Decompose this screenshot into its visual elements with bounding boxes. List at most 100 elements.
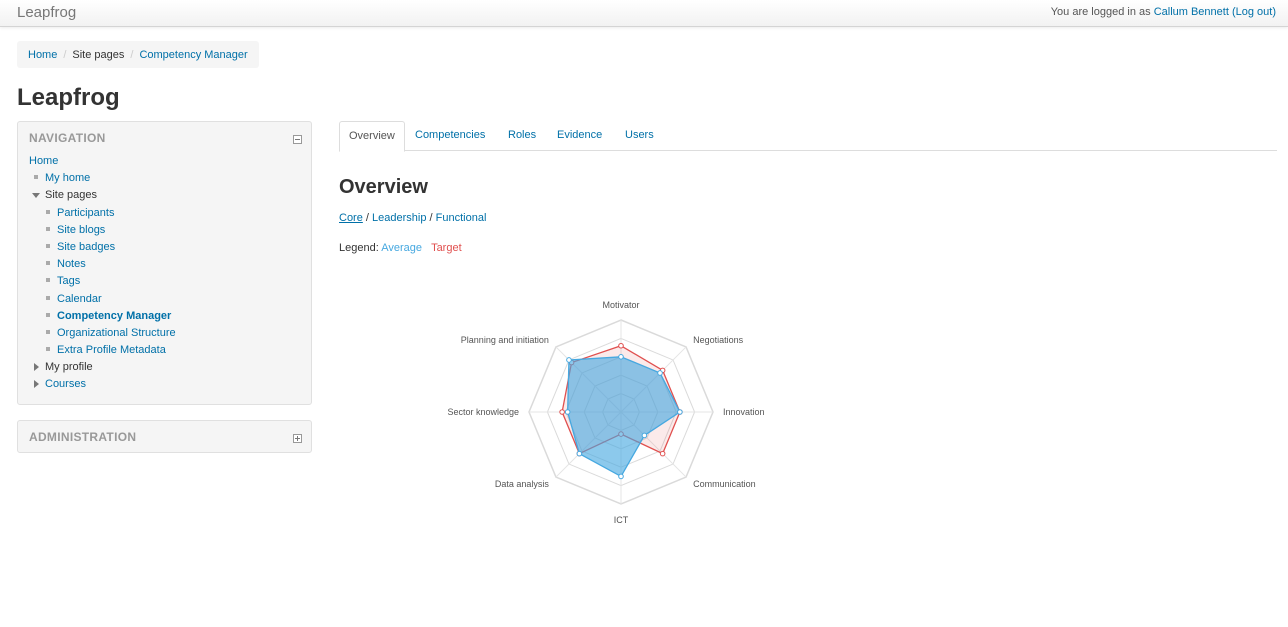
bullet-icon: [46, 209, 50, 214]
breadcrumb-competency-manager[interactable]: Competency Manager: [139, 49, 247, 61]
radar-axis-label: Sector knowledge: [447, 407, 519, 417]
logout-link[interactable]: (Log out): [1232, 6, 1276, 18]
breadcrumb-site-pages: Site pages: [72, 48, 125, 61]
bullet-icon: [46, 226, 50, 231]
tab-competencies[interactable]: Competencies: [406, 121, 494, 150]
nav-item-competency-manager[interactable]: Competency Manager: [29, 308, 176, 325]
nav-item-site-pages[interactable]: Site pages: [29, 187, 176, 204]
administration-block-title: ADMINISTRATION: [29, 430, 137, 444]
brand-link[interactable]: Leapfrog: [17, 4, 76, 21]
nav-item-participants[interactable]: Participants: [29, 205, 176, 222]
nav-item-notes[interactable]: Notes: [29, 256, 176, 273]
filter-separator: /: [365, 212, 369, 224]
radar-point-average[interactable]: [657, 370, 663, 376]
nav-item-home[interactable]: Home: [29, 153, 176, 170]
collapsed-arrow-icon[interactable]: [34, 380, 39, 389]
navigation-block-title: NAVIGATION: [29, 131, 106, 145]
navigation-block-header: NAVIGATION: [18, 122, 311, 153]
tab-roles[interactable]: Roles: [499, 121, 545, 150]
nav-item-label[interactable]: Courses: [45, 378, 86, 390]
nav-item-label[interactable]: My profile: [45, 361, 93, 373]
radar-point-average[interactable]: [618, 354, 624, 360]
nav-item-label[interactable]: Calendar: [57, 293, 102, 305]
radar-axis-label: Innovation: [723, 407, 765, 417]
bullet-icon: [46, 295, 50, 300]
legend-average: Average: [381, 242, 422, 254]
collapsed-arrow-icon[interactable]: [34, 363, 39, 372]
page-title: Leapfrog: [17, 84, 120, 111]
radar-axis-label: Motivator: [602, 300, 639, 310]
collapse-icon[interactable]: [293, 135, 302, 144]
bullet-icon: [46, 243, 50, 248]
bullet-icon: [46, 278, 50, 283]
radar-axis-label: Communication: [693, 479, 756, 489]
nav-item-calendar[interactable]: Calendar: [29, 291, 176, 308]
radar-point-average[interactable]: [566, 357, 572, 363]
tab-bar: Overview Competencies Roles Evidence Use…: [339, 121, 1277, 152]
nav-item-label[interactable]: Site badges: [57, 241, 115, 253]
breadcrumb-separator: /: [63, 48, 67, 61]
filter-core[interactable]: Core: [339, 212, 363, 224]
nav-item-organizational-structure[interactable]: Organizational Structure: [29, 325, 176, 342]
user-profile-link[interactable]: Callum Bennett: [1154, 6, 1229, 18]
radar-point-average[interactable]: [564, 409, 571, 415]
nav-item-label[interactable]: Tags: [57, 275, 80, 287]
radar-point-target[interactable]: [659, 450, 666, 457]
radar-axis-label: Negotiations: [693, 335, 744, 345]
radar-point-target[interactable]: [618, 342, 624, 349]
breadcrumb: Home / Site pages / Competency Manager: [17, 41, 259, 68]
radar-point-target[interactable]: [559, 409, 565, 415]
nav-item-label[interactable]: Site blogs: [57, 224, 105, 236]
nav-item-label[interactable]: My home: [45, 172, 90, 184]
radar-chart: Motivator Negotiations Innovation Communica…: [447, 300, 765, 525]
radar-point-average[interactable]: [677, 409, 683, 415]
expand-icon[interactable]: [293, 434, 302, 443]
radar-point-average[interactable]: [576, 450, 583, 457]
login-prefix: You are logged in as: [1050, 6, 1151, 18]
nav-item-label[interactable]: Participants: [57, 207, 114, 219]
radar-axis-label: Planning and initiation: [461, 335, 549, 345]
login-info: You are logged in as Callum Bennett (Log…: [1051, 6, 1276, 18]
administration-block: ADMINISTRATION: [17, 420, 312, 453]
navigation-block: NAVIGATION Home My home Site pages Parti…: [17, 121, 312, 405]
legend-label: Legend:: [339, 242, 379, 254]
filter-functional[interactable]: Functional: [436, 212, 487, 224]
breadcrumb-home[interactable]: Home: [28, 49, 57, 61]
filter-separator: /: [429, 212, 433, 224]
tab-evidence[interactable]: Evidence: [548, 121, 611, 150]
framework-filters: Core / Leadership / Functional: [339, 212, 486, 224]
bullet-icon: [34, 175, 38, 180]
filter-leadership[interactable]: Leadership: [372, 212, 426, 224]
nav-item-site-badges[interactable]: Site badges: [29, 239, 176, 256]
nav-item-my-home[interactable]: My home: [29, 170, 176, 187]
nav-item-my-profile[interactable]: My profile: [29, 359, 176, 376]
bullet-icon: [46, 347, 50, 352]
bullet-icon: [46, 312, 50, 317]
radar-axis-label: Data analysis: [495, 479, 550, 489]
breadcrumb-separator: /: [130, 48, 134, 61]
overview-title: Overview: [339, 176, 428, 198]
navigation-tree: Home My home Site pages Participants Sit…: [29, 153, 176, 394]
radar-point-average[interactable]: [641, 432, 648, 439]
tab-overview[interactable]: Overview: [339, 121, 405, 152]
top-navbar: Leapfrog You are logged in as Callum Ben…: [0, 0, 1288, 27]
nav-item-label[interactable]: Organizational Structure: [57, 327, 176, 339]
legend-target: Target: [431, 242, 462, 254]
radar-point-average[interactable]: [618, 473, 624, 480]
nav-item-label[interactable]: Home: [29, 155, 58, 167]
nav-item-label[interactable]: Extra Profile Metadata: [57, 344, 166, 356]
chart-legend: Legend: Average Target: [339, 242, 462, 254]
bullet-icon: [46, 261, 50, 266]
nav-item-label[interactable]: Notes: [57, 258, 86, 270]
tab-users[interactable]: Users: [616, 121, 663, 150]
nav-item-label[interactable]: Competency Manager: [57, 310, 171, 322]
nav-item-site-blogs[interactable]: Site blogs: [29, 222, 176, 239]
administration-block-header: ADMINISTRATION: [18, 421, 311, 452]
bullet-icon: [46, 329, 50, 334]
nav-item-label[interactable]: Site pages: [45, 189, 97, 201]
radar-axis-label: ICT: [614, 515, 629, 525]
nav-item-tags[interactable]: Tags: [29, 273, 176, 290]
expanded-arrow-icon[interactable]: [32, 193, 40, 199]
nav-item-courses[interactable]: Courses: [29, 376, 176, 393]
nav-item-extra-profile-metadata[interactable]: Extra Profile Metadata: [29, 342, 176, 359]
